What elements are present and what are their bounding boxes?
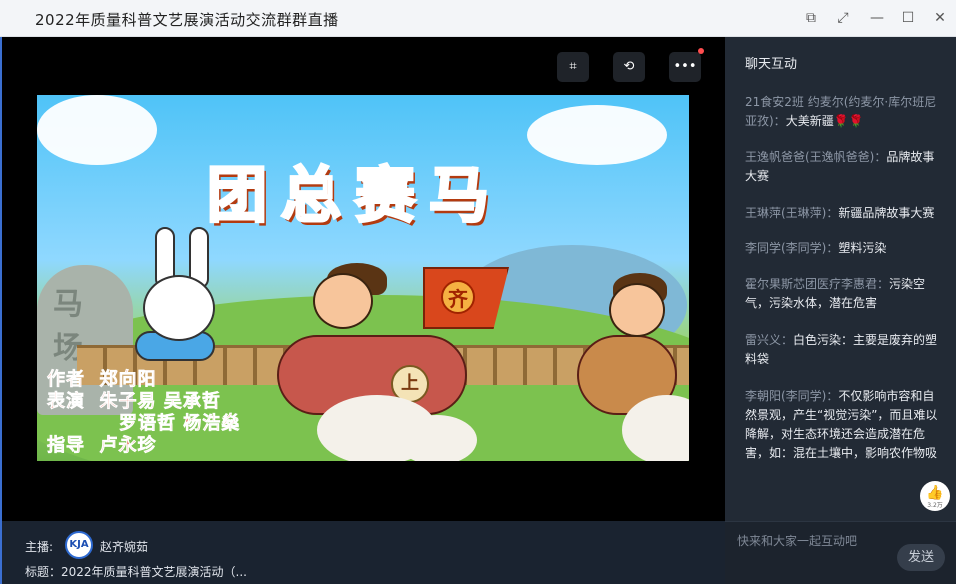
cloud	[37, 95, 157, 165]
credit-row-advisor: 指导 卢永珍	[47, 431, 157, 457]
credit-names: 卢永珍	[99, 435, 157, 457]
credit-role: 表演	[47, 391, 85, 413]
host-name[interactable]: 赵齐婉茹	[100, 538, 148, 555]
chat-input-area: 发送	[725, 521, 956, 584]
chat-message: 雷兴义：白色污染：主要是废弃的塑料袋	[745, 331, 945, 369]
notification-dot	[698, 48, 704, 54]
minimize-icon[interactable]: —	[868, 9, 886, 27]
chat-message: 王逸帆爸爸(王逸帆爸爸)：品牌故事大赛	[745, 148, 945, 186]
like-count: 3.2万	[927, 502, 943, 509]
chat-message: 霍尔果斯芯团医疗李惠君：污染空气，污染水体，潜在危害	[745, 275, 945, 313]
video-player[interactable]: ⌗ ⟲ ••• 团总赛马 马 场 齐 上 作者 郑向阳 表演 朱子易 吴承哲 罗…	[2, 37, 725, 521]
chat-user: 霍尔果斯芯团医疗李惠君：	[745, 277, 890, 291]
fullscreen-icon[interactable]: ⤢	[834, 9, 852, 27]
chat-user: 雷兴义：	[745, 333, 794, 347]
chat-user: 王琳萍(王琳萍)：	[745, 206, 839, 220]
stone-text-1: 马	[53, 287, 83, 322]
video-frame[interactable]: 团总赛马 马 场 齐 上 作者 郑向阳 表演 朱子易 吴承哲 罗语哲 杨浩燊 指…	[37, 95, 689, 461]
more-options-button[interactable]: •••	[669, 52, 701, 82]
gesture-icon: ⌗	[569, 59, 577, 74]
like-button[interactable]: 👍 3.2万	[920, 481, 950, 511]
send-button[interactable]: 发送	[897, 544, 945, 571]
chat-message: 王琳萍(王琳萍)：新疆品牌故事大赛	[745, 204, 945, 223]
chat-user: 王逸帆爸爸(王逸帆爸爸)：	[745, 150, 887, 164]
host-avatar[interactable]: KJA	[65, 531, 93, 559]
title-bar: 2022年质量科普文艺展演活动交流群群直播 ⧉ ⤢ — ☐ ✕	[0, 0, 956, 37]
rotate-icon: ⟲	[623, 59, 635, 74]
chat-message: 21食安2班 约麦尔(约麦尔·库尔班尼亚孜)：大美新疆🌹🌹	[745, 93, 945, 131]
chat-text: 塑料污染	[838, 241, 887, 255]
rider-head	[609, 283, 665, 337]
stream-topic: 标题：2022年质量科普文艺展演活动（...	[25, 565, 247, 579]
cloud	[527, 105, 667, 165]
stream-info: 主播: KJA 赵齐婉茹 标题：2022年质量科普文艺展演活动（...	[2, 521, 725, 584]
chat-header: 聊天互动	[745, 57, 798, 72]
chat-message: 李同学(李同学)：塑料污染	[745, 239, 945, 258]
chat-text: 大美新疆🌹🌹	[785, 114, 864, 128]
ai-gesture-button[interactable]: ⌗	[557, 52, 589, 82]
chat-input[interactable]	[737, 530, 897, 552]
chat-message: 李朝阳(李同学)：不仅影响市容和自然景观，产生“视觉污染”，而且难以降解，对生态…	[745, 387, 945, 469]
maximize-icon[interactable]: ☐	[899, 9, 917, 27]
chat-panel[interactable]: 聊天互动 21食安2班 约麦尔(约麦尔·库尔班尼亚孜)：大美新疆🌹🌹 王逸帆爸爸…	[725, 37, 956, 521]
picture-in-picture-icon[interactable]: ⧉	[802, 9, 820, 27]
chat-text: 新疆品牌故事大赛	[838, 206, 935, 220]
close-icon[interactable]: ✕	[931, 9, 949, 27]
rider-head	[313, 273, 373, 329]
more-icon: •••	[673, 59, 697, 74]
host-label: 主播:	[25, 540, 54, 554]
chat-user: 李朝阳(李同学)：	[745, 389, 839, 403]
dust-cloud	[397, 415, 477, 461]
chat-user: 李同学(李同学)：	[745, 241, 839, 255]
rotate-button[interactable]: ⟲	[613, 52, 645, 82]
rabbit-head	[143, 275, 215, 341]
cartoon-title: 团总赛马	[206, 160, 503, 233]
flag-emblem: 齐	[441, 280, 475, 314]
window-title: 2022年质量科普文艺展演活动交流群群直播	[35, 11, 339, 29]
thumbs-up-icon: 👍	[926, 485, 944, 501]
credit-role: 指导	[47, 435, 85, 457]
